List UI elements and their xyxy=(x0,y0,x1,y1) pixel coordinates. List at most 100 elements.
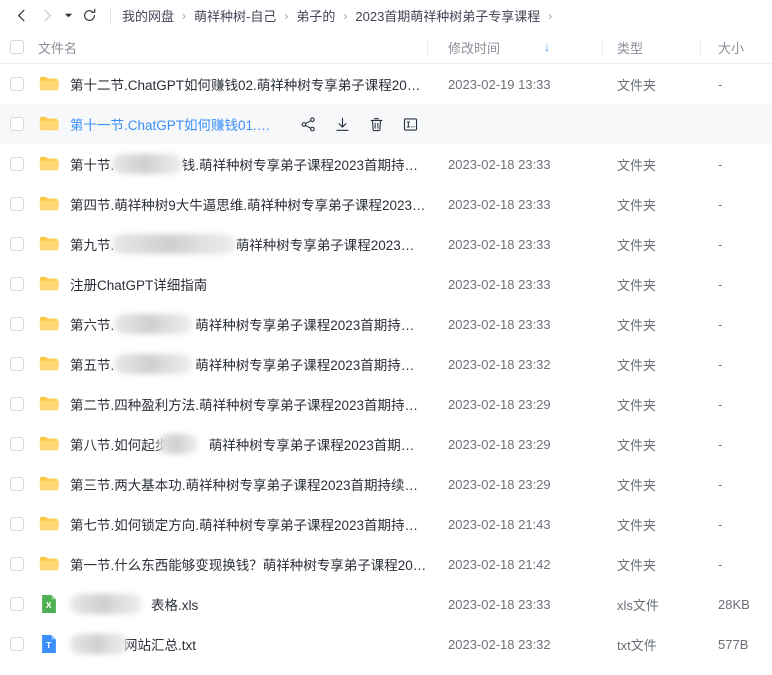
cell-file-type: 文件夹 xyxy=(617,77,657,93)
file-name-label[interactable]: 第六节. 萌祥种树专享弟子课程2023首期持续更新 xyxy=(70,314,427,334)
row-checkbox[interactable] xyxy=(10,157,24,171)
file-name-wrapper: 第十一节.ChatGPT如何赚钱01.萌祥种树专享弟子课程20... xyxy=(38,113,277,135)
file-name-label[interactable]: 第七节.如何锁定方向.萌祥种树专享弟子课程2023首期持续更新 xyxy=(70,514,427,534)
row-checkbox[interactable] xyxy=(10,237,24,251)
table-row[interactable]: 第八节.如何起步 萌祥种树专享弟子课程2023首期持续更新 2023-02-18 … xyxy=(0,424,772,464)
file-name-wrapper: 第十节. 钱.萌祥种树专享弟子课程2023首期持续更新 xyxy=(38,153,427,175)
file-name-label[interactable]: 第五节. 萌祥种树专享弟子课程2023首期持续更新 xyxy=(70,354,427,374)
cell-file-name: 第六节. 萌祥种树专享弟子课程2023首期持续更新 xyxy=(34,313,427,335)
row-checkbox[interactable] xyxy=(10,557,24,571)
column-header-size[interactable]: 大小 xyxy=(700,38,772,57)
delete-button[interactable] xyxy=(359,109,393,139)
cell-file-type: 文件夹 xyxy=(617,197,657,213)
row-checkbox[interactable] xyxy=(10,397,24,411)
breadcrumb-item-3[interactable]: 2023首期萌祥种树弟子专享课程 xyxy=(354,6,541,25)
rename-button[interactable] xyxy=(393,109,427,139)
cell-file-type: 文件夹 xyxy=(617,277,657,293)
row-checkbox[interactable] xyxy=(10,197,24,211)
table-row[interactable]: 第三节.两大基本功.萌祥种树专享弟子课程2023首期持续更新 2023-02-18… xyxy=(0,464,772,504)
cell-file-type: xls文件 xyxy=(617,597,659,613)
refresh-button[interactable] xyxy=(76,3,102,29)
top-navigation-bar: 我的网盘 › 萌祥种树-自己 › 弟子的 › 2023首期萌祥种树弟子专享课程 … xyxy=(0,0,772,31)
row-checkbox[interactable] xyxy=(10,357,24,371)
cell-file-type: 文件夹 xyxy=(617,397,657,413)
file-name-label[interactable]: 第十节. 钱.萌祥种树专享弟子课程2023首期持续更新 xyxy=(70,154,427,174)
cell-file-name: 第十二节.ChatGPT如何赚钱02.萌祥种树专享弟子课程2023首期持续更新 xyxy=(34,73,427,95)
cell-file-type: 文件夹 xyxy=(617,317,657,333)
file-list: 第十二节.ChatGPT如何赚钱02.萌祥种树专享弟子课程2023首期持续更新 2… xyxy=(0,64,772,664)
cell-file-type: 文件夹 xyxy=(617,157,657,173)
row-checkbox[interactable] xyxy=(10,437,24,451)
row-checkbox[interactable] xyxy=(10,597,24,611)
forward-button[interactable] xyxy=(34,3,60,29)
folder-icon xyxy=(39,396,60,411)
table-row[interactable]: 注册ChatGPT详细指南 2023-02-18 23:33 文件夹 - xyxy=(0,264,772,304)
file-name-label[interactable]: 表格.xls xyxy=(70,594,198,614)
row-select-cell xyxy=(0,157,34,171)
cell-file-size: - xyxy=(718,76,723,92)
file-name-wrapper: 第八节.如何起步 萌祥种树专享弟子课程2023首期持续更新 xyxy=(38,433,427,455)
table-row[interactable]: 第十一节.ChatGPT如何赚钱01.萌祥种树专享弟子课程20... xyxy=(0,104,772,144)
file-name-label[interactable]: 第一节.什么东西能够变现换钱？萌祥种树专享弟子课程2023首期持续更新 xyxy=(70,554,427,574)
share-button[interactable] xyxy=(291,109,325,139)
row-select-cell xyxy=(0,517,34,531)
column-header-date-label: 修改时间 xyxy=(448,40,501,56)
cell-file-size: - xyxy=(718,396,723,412)
column-header-type[interactable]: 类型 xyxy=(602,38,700,57)
table-row[interactable]: 第五节. 萌祥种树专享弟子课程2023首期持续更新 2023-02-18 23:3… xyxy=(0,344,772,384)
file-name-label[interactable]: 第十二节.ChatGPT如何赚钱02.萌祥种树专享弟子课程2023首期持续更新 xyxy=(70,74,427,94)
sort-descending-icon[interactable]: ↓ xyxy=(544,41,550,53)
file-name-label[interactable]: 第二节.四种盈利方法.萌祥种树专享弟子课程2023首期持续更新 xyxy=(70,394,427,414)
table-row[interactable]: 第一节.什么东西能够变现换钱？萌祥种树专享弟子课程2023首期持续更新 2023-… xyxy=(0,544,772,584)
svg-text:T: T xyxy=(46,640,52,650)
file-name-label[interactable]: 第九节. 萌祥种树专享弟子课程2023首期持续更新 xyxy=(70,234,427,254)
file-name-wrapper: 第二节.四种盈利方法.萌祥种树专享弟子课程2023首期持续更新 xyxy=(38,393,427,415)
row-checkbox[interactable] xyxy=(10,77,24,91)
breadcrumb-item-1[interactable]: 萌祥种树-自己 xyxy=(193,6,277,25)
table-row[interactable]: 第二节.四种盈利方法.萌祥种树专享弟子课程2023首期持续更新 2023-02-1… xyxy=(0,384,772,424)
file-name-wrapper: 第十二节.ChatGPT如何赚钱02.萌祥种树专享弟子课程2023首期持续更新 xyxy=(38,73,427,95)
folder-icon xyxy=(39,516,60,531)
breadcrumb-item-2[interactable]: 弟子的 xyxy=(295,6,336,25)
file-name-wrapper: 第七节.如何锁定方向.萌祥种树专享弟子课程2023首期持续更新 xyxy=(38,513,427,535)
cell-file-size: - xyxy=(718,556,723,572)
row-checkbox[interactable] xyxy=(10,117,24,131)
table-row[interactable]: 第十节. 钱.萌祥种树专享弟子课程2023首期持续更新 2023-02-18 23… xyxy=(0,144,772,184)
table-row[interactable]: T 网站汇总.txt 2023-02-18 23:32 txt文件 577B xyxy=(0,624,772,664)
back-button[interactable] xyxy=(8,3,34,29)
cell-file-name: 第四节.萌祥种树9大牛逼思维.萌祥种树专享弟子课程2023首期持续更新 xyxy=(34,193,427,215)
cell-file-size: - xyxy=(718,476,723,492)
file-name-label[interactable]: 第十一节.ChatGPT如何赚钱01.萌祥种树专享弟子课程20... xyxy=(70,114,277,134)
delete-icon xyxy=(370,117,382,131)
table-row[interactable]: X 表格.xls 2023-02-18 23:33 xls文件 28KB xyxy=(0,584,772,624)
cell-file-type: 文件夹 xyxy=(617,517,657,533)
row-checkbox[interactable] xyxy=(10,317,24,331)
table-row[interactable]: 第九节. 萌祥种树专享弟子课程2023首期持续更新 2023-02-18 23:3… xyxy=(0,224,772,264)
file-name-label[interactable]: 注册ChatGPT详细指南 xyxy=(70,274,207,294)
cell-file-size: - xyxy=(718,276,723,292)
row-select-cell xyxy=(0,77,34,91)
file-name-label[interactable]: 第四节.萌祥种树9大牛逼思维.萌祥种树专享弟子课程2023首期持续更新 xyxy=(70,194,427,214)
cell-file-name: 第二节.四种盈利方法.萌祥种树专享弟子课程2023首期持续更新 xyxy=(34,393,427,415)
column-header-name[interactable]: 文件名 xyxy=(34,38,427,57)
table-row[interactable]: 第七节.如何锁定方向.萌祥种树专享弟子课程2023首期持续更新 2023-02-1… xyxy=(0,504,772,544)
file-name-wrapper: T 网站汇总.txt xyxy=(38,633,427,655)
file-name-label[interactable]: 第八节.如何起步 萌祥种树专享弟子课程2023首期持续更新 xyxy=(70,434,427,454)
download-button[interactable] xyxy=(325,109,359,139)
history-dropdown-button[interactable] xyxy=(60,3,76,29)
table-row[interactable]: 第六节. 萌祥种树专享弟子课程2023首期持续更新 2023-02-18 23:3… xyxy=(0,304,772,344)
column-header-date[interactable]: 修改时间 ↓ xyxy=(427,38,602,57)
file-name-label[interactable]: 网站汇总.txt xyxy=(70,634,196,654)
table-row[interactable]: 第十二节.ChatGPT如何赚钱02.萌祥种树专享弟子课程2023首期持续更新 2… xyxy=(0,64,772,104)
row-checkbox[interactable] xyxy=(10,277,24,291)
row-checkbox[interactable] xyxy=(10,517,24,531)
row-checkbox[interactable] xyxy=(10,637,24,651)
cell-file-size: - xyxy=(718,196,723,212)
file-name-label[interactable]: 第三节.两大基本功.萌祥种树专享弟子课程2023首期持续更新 xyxy=(70,474,427,494)
table-row[interactable]: 第四节.萌祥种树9大牛逼思维.萌祥种树专享弟子课程2023首期持续更新 2023-… xyxy=(0,184,772,224)
share-icon xyxy=(301,116,315,131)
breadcrumb-item-0[interactable]: 我的网盘 xyxy=(121,6,175,25)
cell-file-name: 注册ChatGPT详细指南 xyxy=(34,273,427,295)
select-all-checkbox[interactable] xyxy=(10,40,24,54)
row-checkbox[interactable] xyxy=(10,477,24,491)
